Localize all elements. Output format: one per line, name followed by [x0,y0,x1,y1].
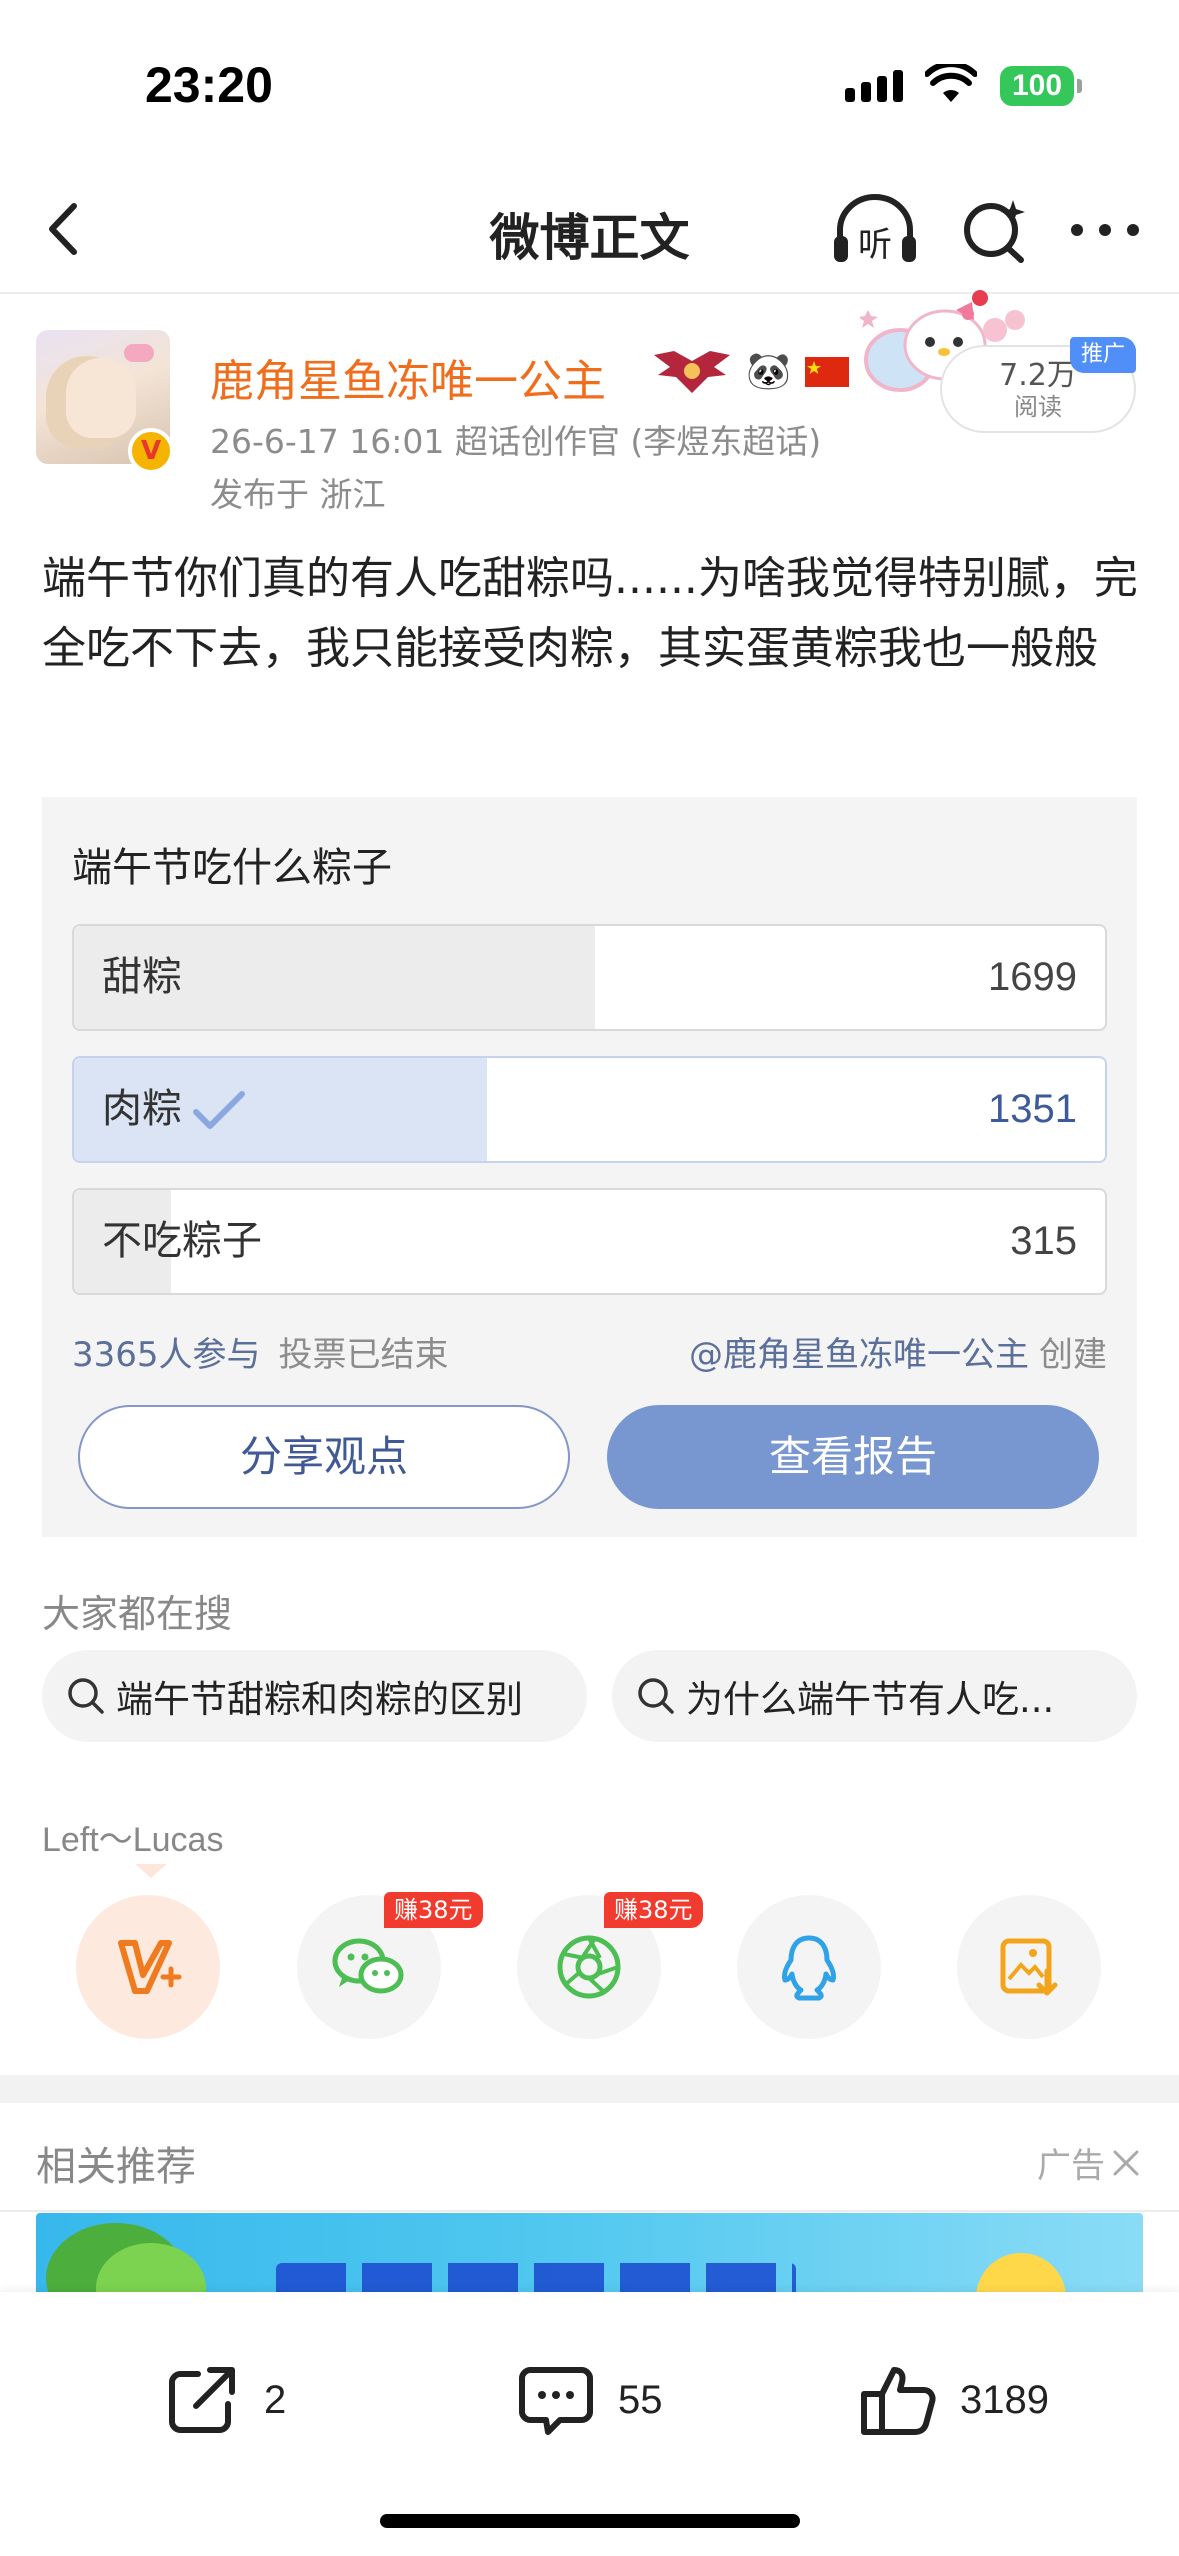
poll-created-label: 创建 [1039,1335,1107,1375]
cellular-signal-icon [845,70,903,102]
panda-badge-icon[interactable]: 🐼 [746,347,791,397]
like-count: 3189 [960,2377,1049,2422]
status-time: 23:20 [145,57,273,113]
poll-card: 端午节吃什么粽子 甜粽 1699 肉粽 1351 不吃粽子 315 3365人参… [42,797,1137,1537]
avatar-figure [66,358,136,438]
earn-tag-moments: 赚38元 [604,1892,703,1928]
post-location: 发布于 浙江 [210,475,386,514]
comment-icon [519,2367,593,2435]
battery-indicator: 100 [1000,66,1074,106]
wifi-icon [925,64,977,102]
view-report-button[interactable]: 查看报告 [607,1405,1099,1509]
hot-search-text: 为什么端午节有人吃... [686,1678,1055,1721]
promo-tag: 推广 [1070,337,1136,373]
hot-search-chip[interactable]: 为什么端午节有人吃... [612,1650,1137,1742]
poll-creator-link[interactable]: @鹿角星鱼冻唯一公主 [689,1335,1029,1375]
repost-icon [169,2367,235,2433]
share-weibo-button[interactable] [76,1895,220,2039]
search-icon [638,1678,674,1714]
poll-option-count: 315 [1010,1219,1077,1263]
save-image-icon [1000,1938,1058,1996]
more-icon[interactable] [1065,210,1145,250]
author-name[interactable]: 鹿角星鱼冻唯一公主 [210,345,606,409]
repost-button[interactable]: 2 [162,2360,286,2440]
poll-title: 端午节吃什么粽子 [72,845,392,891]
poll-status: 投票已结束 [278,1335,449,1375]
poll-option-label: 肉粽 [102,1086,182,1132]
avatar-bow [124,344,154,362]
verified-badge-icon: V [128,428,174,474]
poll-creator: @鹿角星鱼冻唯一公主 创建 [689,1327,1107,1376]
repost-count: 2 [264,2377,287,2422]
poll-option[interactable]: 不吃粽子 315 [72,1188,1107,1295]
share-opinion-button[interactable]: 分享观点 [78,1405,570,1509]
check-icon [193,1090,245,1129]
post-meta: 26-6-17 16:01 超话创作官 (李煜东超话) [210,422,822,461]
poll-option-label: 不吃粽子 [102,1218,262,1264]
china-flag-icon[interactable] [804,357,849,387]
ad-label[interactable]: 广告 [1037,2138,1141,2187]
weibo-v-icon [118,1940,182,1994]
hot-search-title: 大家都在搜 [42,1592,233,1636]
moments-aperture-icon [557,1935,621,1999]
divider [0,2210,1179,2212]
wechat-icon [332,1938,404,1994]
qq-penguin-icon [782,1935,836,2001]
poll-option-count: 1699 [988,955,1077,999]
like-button[interactable]: 3189 [858,2360,1049,2440]
recommend-title: 相关推荐 [36,2144,196,2190]
listen-headphones-icon[interactable]: 听 [830,190,920,270]
poll-participants: 3365人参与 [72,1335,261,1375]
earn-tag-wechat: 赚38元 [384,1892,483,1928]
comment-button[interactable]: 55 [516,2360,663,2440]
poll-option-count: 1351 [988,1087,1077,1131]
ad-banner[interactable] [36,2213,1143,2303]
ad-label-text: 广告 [1037,2146,1105,2186]
post-body-text: 端午节你们真的有人吃甜粽吗......为啥我觉得特别腻，完全吃不下去，我只能接受… [42,553,1138,674]
search-icon [68,1678,104,1714]
save-image-button[interactable] [957,1895,1101,2039]
poll-option[interactable]: 甜粽 1699 [72,924,1107,1031]
poll-option[interactable]: 肉粽 1351 [72,1056,1107,1163]
nav-bar: 微博正文 听 [0,170,1179,294]
wings-badge-icon[interactable] [652,349,732,395]
thumbs-up-icon [861,2367,936,2435]
poll-option-label: 甜粽 [102,954,182,1000]
share-title: Left～Lucas [42,1821,224,1859]
listen-label: 听 [858,225,892,265]
read-label: 阅读 [1014,393,1062,421]
section-divider [0,2075,1179,2103]
home-indicator [380,2514,800,2528]
share-qq-button[interactable] [737,1895,881,2039]
close-icon[interactable] [1111,2148,1141,2178]
comment-count: 55 [618,2377,663,2422]
poll-footer: 3365人参与 投票已结束 [72,1327,449,1376]
hot-search-chip[interactable]: 端午节甜粽和肉粽的区别 [42,1650,587,1742]
battery-tip [1077,79,1082,93]
status-bar: 23:20 100 [0,0,1179,170]
author-badges: 🐼 [652,345,849,399]
search-icon[interactable] [955,190,1035,270]
share-pointer [135,1864,167,1878]
hot-search-text: 端午节甜粽和肉粽的区别 [116,1678,523,1721]
